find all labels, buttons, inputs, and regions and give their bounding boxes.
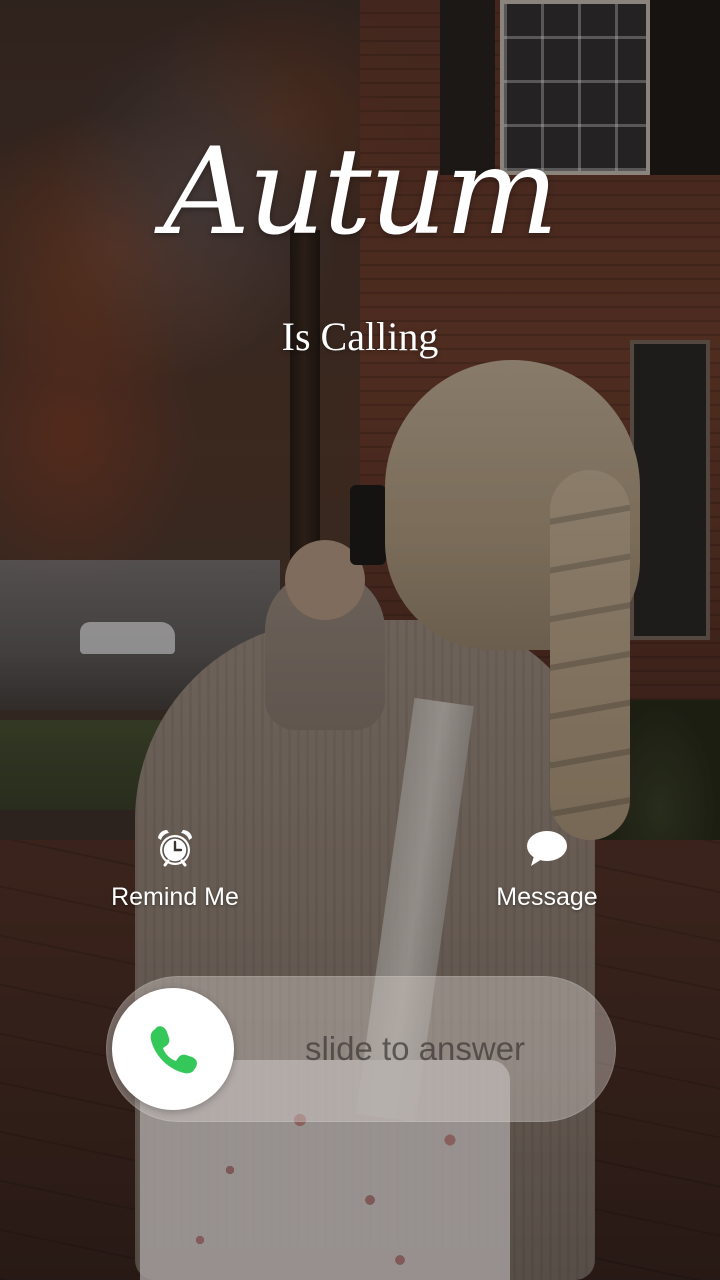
phone-icon xyxy=(150,1026,197,1074)
incoming-call-screen: Autum Is Calling Remind Me Message slide… xyxy=(0,0,720,1280)
answer-slider-knob[interactable] xyxy=(112,988,234,1110)
message-button[interactable]: Message xyxy=(447,826,647,926)
remind-me-button[interactable]: Remind Me xyxy=(75,826,275,926)
caller-name: Autum xyxy=(163,123,558,262)
speech-bubble-icon xyxy=(527,831,567,866)
slide-to-answer-label: slide to answer xyxy=(304,1030,526,1067)
call-status: Is Calling xyxy=(281,314,439,359)
remind-me-label: Remind Me xyxy=(111,883,239,911)
alarm-clock-icon xyxy=(158,829,192,867)
message-label: Message xyxy=(496,883,598,911)
